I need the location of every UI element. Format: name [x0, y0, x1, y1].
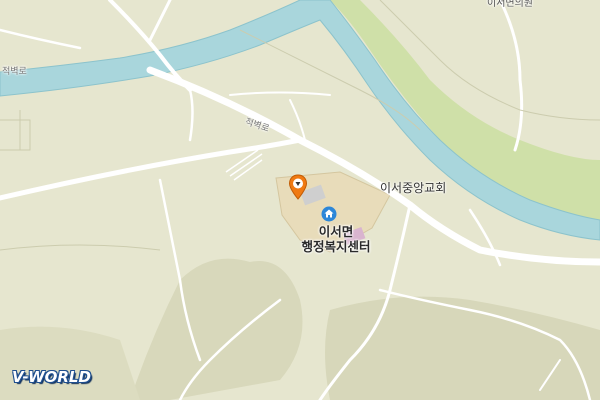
office-label-line2: 행정복지센터 — [301, 239, 371, 254]
hill-shade-right — [325, 296, 600, 400]
church-label[interactable]: 이서중앙교회 — [380, 179, 446, 196]
map-base-layer — [0, 0, 600, 400]
hill-shade — [130, 258, 303, 400]
vworld-logo: V-WORLD — [12, 368, 91, 386]
hill-shade-bottom — [0, 326, 140, 400]
road-label-left: 적벽로 — [2, 67, 27, 77]
map-view[interactable]: 적벽로 적벽로 이서면의원 이서중앙교회 이서면 행정복지센터 V-WORLD — [0, 0, 600, 400]
top-right-label: 이서면의원 — [487, 0, 533, 9]
office-label-line1: 이서면 — [318, 224, 354, 239]
home-icon[interactable] — [321, 206, 337, 222]
office-label[interactable]: 이서면 행정복지센터 — [294, 224, 378, 254]
hatched-area — [225, 149, 263, 181]
location-pin-icon[interactable] — [288, 174, 308, 200]
